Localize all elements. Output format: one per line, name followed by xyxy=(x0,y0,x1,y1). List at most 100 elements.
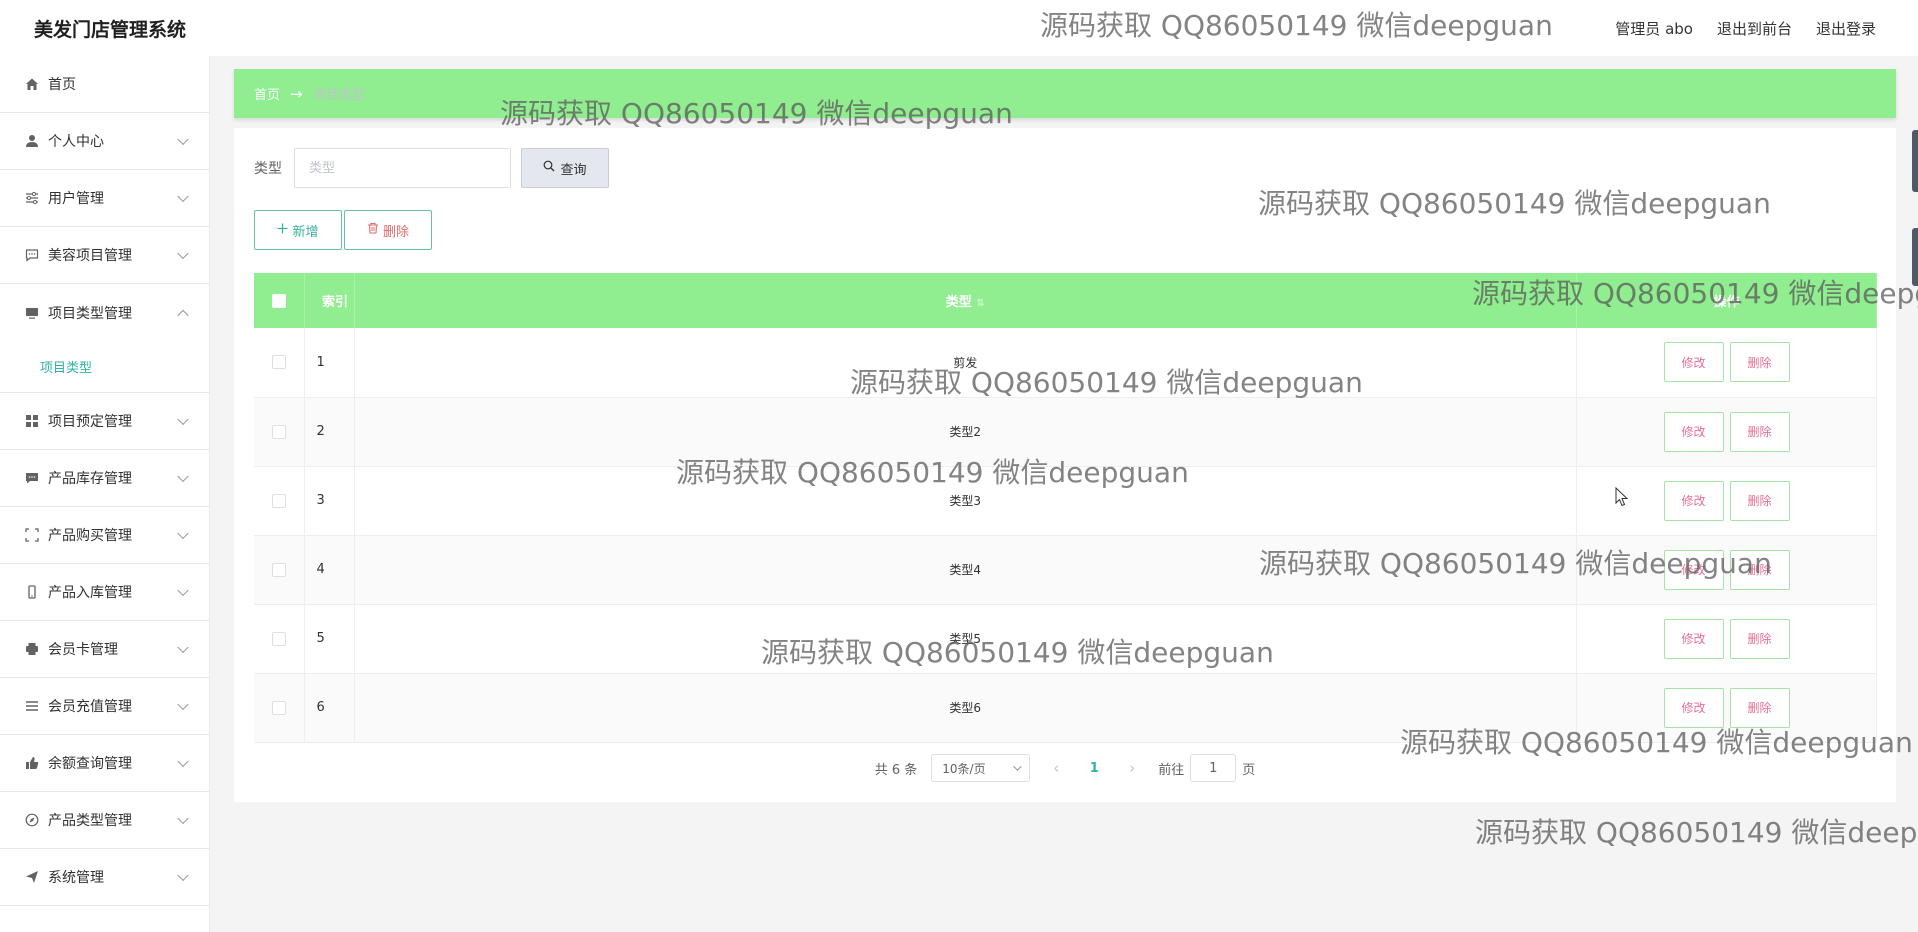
page-size-select[interactable]: 10条/页 xyxy=(931,754,1031,782)
action-row: 新增 删除 xyxy=(254,210,432,250)
table-row: 3 类型3 修改 删除 xyxy=(254,466,1877,536)
chevron-up-icon xyxy=(177,309,189,321)
row-type: 类型5 xyxy=(354,604,1577,674)
sidebar-item-personal-center[interactable]: 个人中心 xyxy=(0,113,209,170)
table-header-row: 索引 类型 ⇅ 操作 xyxy=(254,273,1877,328)
sidebar-item-balance-query[interactable]: 余额查询管理 xyxy=(0,735,209,792)
row-index: 5 xyxy=(304,604,355,674)
logout-link[interactable]: 退出登录 xyxy=(1816,18,1876,39)
chevron-down-icon xyxy=(177,698,189,711)
edit-button[interactable]: 修改 xyxy=(1663,342,1724,383)
compass-icon xyxy=(24,812,40,828)
row-index: 1 xyxy=(304,328,355,398)
table-row: 5 类型5 修改 删除 xyxy=(254,604,1877,674)
delete-button[interactable]: 删除 xyxy=(1729,342,1790,383)
row-index: 4 xyxy=(304,535,355,605)
sliders-icon xyxy=(24,190,40,206)
select-all-checkbox[interactable] xyxy=(271,293,286,308)
sidebar-item-member-recharge[interactable]: 会员充值管理 xyxy=(0,678,209,735)
row-checkbox[interactable] xyxy=(271,355,286,370)
goto-page-input[interactable] xyxy=(1190,754,1237,782)
search-type-label: 类型 xyxy=(254,161,282,177)
grid-icon xyxy=(24,413,40,429)
chevron-down-icon xyxy=(177,812,189,825)
row-index: 6 xyxy=(304,673,355,743)
row-index: 3 xyxy=(304,466,355,536)
delete-button[interactable]: 删除 xyxy=(1729,687,1790,728)
row-checkbox[interactable] xyxy=(271,562,286,577)
prev-page-icon[interactable]: ‹ xyxy=(1044,759,1068,777)
exit-to-front-link[interactable]: 退出到前台 xyxy=(1717,18,1792,39)
sidebar-item-member-card[interactable]: 会员卡管理 xyxy=(0,621,209,678)
next-page-icon[interactable]: › xyxy=(1120,759,1144,777)
admin-user-label[interactable]: 管理员 abo xyxy=(1615,18,1693,39)
delete-button[interactable]: 删除 xyxy=(1729,480,1790,521)
header-links: 管理员 abo 退出到前台 退出登录 xyxy=(1615,18,1876,39)
sidebar-item-home[interactable]: 首页 xyxy=(0,56,209,113)
edit-button[interactable]: 修改 xyxy=(1663,687,1724,728)
sidebar-item-user-management[interactable]: 用户管理 xyxy=(0,170,209,227)
edit-button[interactable]: 修改 xyxy=(1663,549,1724,590)
query-button[interactable]: 查询 xyxy=(521,148,609,188)
sidebar-subitem-project-type[interactable]: 项目类型 xyxy=(0,341,209,393)
chevron-down-icon xyxy=(177,133,189,146)
delete-button[interactable]: 删除 xyxy=(1729,411,1790,452)
search-type-input[interactable] xyxy=(294,148,511,188)
index-column-header: 索引 xyxy=(304,273,355,328)
sidebar-item-project-type[interactable]: 项目类型管理 xyxy=(0,284,209,341)
sidebar-item-system[interactable]: 系统管理 xyxy=(0,849,209,906)
scrollbar-handle[interactable] xyxy=(1912,228,1918,286)
total-count: 共 6 条 xyxy=(874,762,918,778)
row-checkbox[interactable] xyxy=(271,493,286,508)
sidebar-item-product-inbound[interactable]: 产品入库管理 xyxy=(0,564,209,621)
type-column-header[interactable]: 类型 ⇅ xyxy=(354,273,1577,328)
edit-button[interactable]: 修改 xyxy=(1663,411,1724,452)
breadcrumb-arrow-icon: → xyxy=(290,84,303,103)
sidebar-item-product-purchase[interactable]: 产品购买管理 xyxy=(0,507,209,564)
row-checkbox[interactable] xyxy=(271,424,286,439)
chevron-down-icon xyxy=(177,869,189,882)
sidebar-item-product-type[interactable]: 产品类型管理 xyxy=(0,792,209,849)
chevron-down-icon xyxy=(177,190,189,203)
row-type: 类型3 xyxy=(354,466,1577,536)
top-header: 美发门店管理系统 管理员 abo 退出到前台 退出登录 xyxy=(0,0,1918,56)
sidebar-item-project-booking[interactable]: 项目预定管理 xyxy=(0,393,209,450)
mouse-cursor-icon xyxy=(1615,487,1629,507)
chat-icon xyxy=(24,247,40,263)
chevron-down-icon xyxy=(177,413,189,426)
edit-button[interactable]: 修改 xyxy=(1663,618,1724,659)
sidebar-item-product-stock[interactable]: 产品库存管理 xyxy=(0,450,209,507)
user-icon xyxy=(24,133,40,149)
add-button[interactable]: 新增 xyxy=(254,210,342,250)
monitor-icon xyxy=(24,305,40,321)
delete-button[interactable]: 删除 xyxy=(1729,549,1790,590)
sort-icon[interactable]: ⇅ xyxy=(976,298,984,309)
chevron-down-icon xyxy=(177,755,189,768)
chevron-down-icon xyxy=(177,527,189,540)
chevron-down-icon xyxy=(1013,762,1022,771)
pagination: 共 6 条 10条/页 ‹ 1 › 前往 页 xyxy=(234,754,1896,782)
row-checkbox[interactable] xyxy=(271,700,286,715)
delete-button[interactable]: 删除 xyxy=(1729,618,1790,659)
goto-page: 前往 页 xyxy=(1158,754,1255,782)
app-title: 美发门店管理系统 xyxy=(34,19,187,41)
page-number-current[interactable]: 1 xyxy=(1082,761,1106,776)
sidebar-item-beauty-project[interactable]: 美容项目管理 xyxy=(0,227,209,284)
row-type: 剪发 xyxy=(354,328,1577,398)
table-row: 6 类型6 修改 删除 xyxy=(254,673,1877,743)
frame-icon xyxy=(24,527,40,543)
batch-delete-button[interactable]: 删除 xyxy=(344,210,432,250)
scrollbar-handle[interactable] xyxy=(1912,130,1918,192)
search-icon xyxy=(543,160,555,176)
sidebar: 首页 个人中心 用户管理 美容项目管理 项目类型管理 项目类型 项目预定管理 产… xyxy=(0,56,210,932)
breadcrumb-home[interactable]: 首页 xyxy=(254,84,280,103)
row-type: 类型6 xyxy=(354,673,1577,743)
edit-button[interactable]: 修改 xyxy=(1663,480,1724,521)
thumb-icon xyxy=(24,755,40,771)
table-row: 1 剪发 修改 删除 xyxy=(254,328,1877,398)
project-type-table: 索引 类型 ⇅ 操作 1 剪发 修改 删除 2 类型2 修改 删除 3 类型3 … xyxy=(254,273,1877,743)
row-checkbox[interactable] xyxy=(271,631,286,646)
select-all-header[interactable] xyxy=(254,273,305,328)
row-type: 类型4 xyxy=(354,535,1577,605)
breadcrumb: 首页 → 项目类型 xyxy=(234,69,1896,118)
